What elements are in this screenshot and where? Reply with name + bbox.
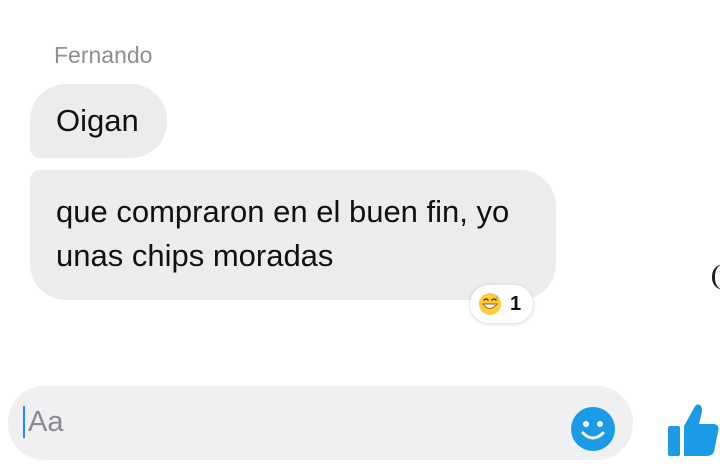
text-caret — [23, 406, 25, 438]
reaction-count: 1 — [510, 292, 522, 315]
message-bubble[interactable]: Oigan — [30, 84, 167, 158]
sender-name: Fernando — [54, 42, 153, 68]
grinning-sweat-face-icon — [479, 293, 501, 315]
smiley-icon[interactable] — [570, 406, 616, 452]
chat-window: Fernando Oigan que compraron en el buen … — [0, 0, 720, 467]
reaction-badge[interactable]: 1 — [470, 285, 534, 323]
message-input[interactable] — [28, 400, 548, 444]
cut-off-element — [712, 264, 720, 290]
message-composer[interactable] — [8, 386, 633, 460]
message-bubble[interactable]: que compraron en el buen fin, yo unas ch… — [30, 170, 556, 300]
thumbs-up-icon[interactable] — [664, 398, 720, 458]
